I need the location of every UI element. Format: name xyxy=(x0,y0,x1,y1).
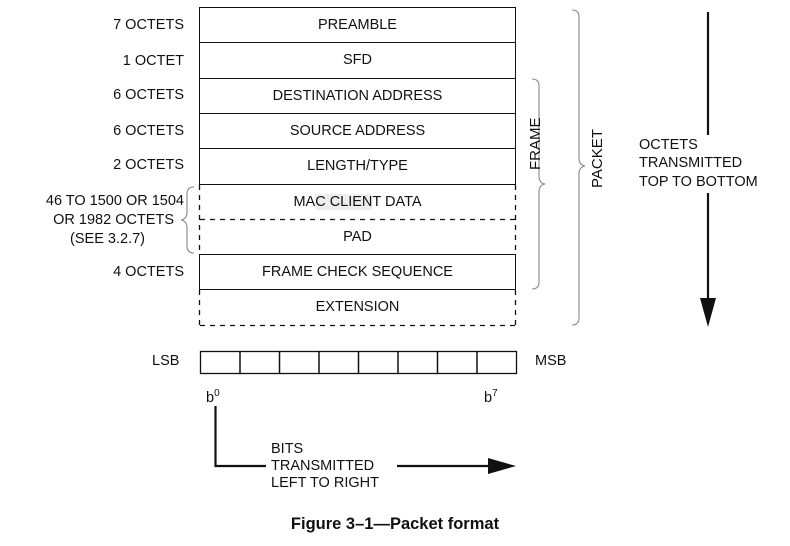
bit-arrowhead-icon xyxy=(488,458,516,474)
bit-cell xyxy=(436,350,478,375)
bit-cell xyxy=(199,350,241,375)
bit-cell xyxy=(476,350,518,375)
bit-base: b xyxy=(484,390,493,406)
frame-brace xyxy=(531,78,546,290)
frame-label: FRAME xyxy=(527,117,544,171)
bit-direction-line1: BITS xyxy=(271,441,304,457)
bit-row xyxy=(199,350,518,375)
bit-cell xyxy=(357,350,399,375)
bit-direction-line3: LEFT TO RIGHT xyxy=(271,475,379,491)
data-pad-brace xyxy=(180,186,195,254)
bit-cell xyxy=(318,350,360,375)
lsb-label: LSB xyxy=(152,353,180,369)
bit-base: b xyxy=(206,390,215,406)
bit-arrow-shaft-left xyxy=(214,406,266,468)
packet-brace xyxy=(571,9,586,326)
bit-cell xyxy=(397,350,439,375)
octet-direction-line1: OCTETS xyxy=(639,137,698,153)
msb-label: MSB xyxy=(535,353,567,369)
first-bit-label: b0 xyxy=(206,385,220,407)
octet-direction-line3: TOP TO BOTTOM xyxy=(639,174,758,190)
bit-direction-line2: TRANSMITTED xyxy=(271,458,375,474)
bit-cell xyxy=(278,350,320,375)
figure-caption: Figure 3–1—Packet format xyxy=(290,515,500,533)
packet-label: PACKET xyxy=(589,129,606,188)
octet-direction-line2: TRANSMITTED xyxy=(639,155,743,171)
bit-exponent: 7 xyxy=(492,388,498,399)
bit-cell xyxy=(239,350,281,375)
diagram-lines xyxy=(180,9,716,474)
octet-arrowhead-icon xyxy=(700,298,716,327)
bit-exponent: 0 xyxy=(214,388,220,399)
last-bit-label: b7 xyxy=(484,385,498,407)
